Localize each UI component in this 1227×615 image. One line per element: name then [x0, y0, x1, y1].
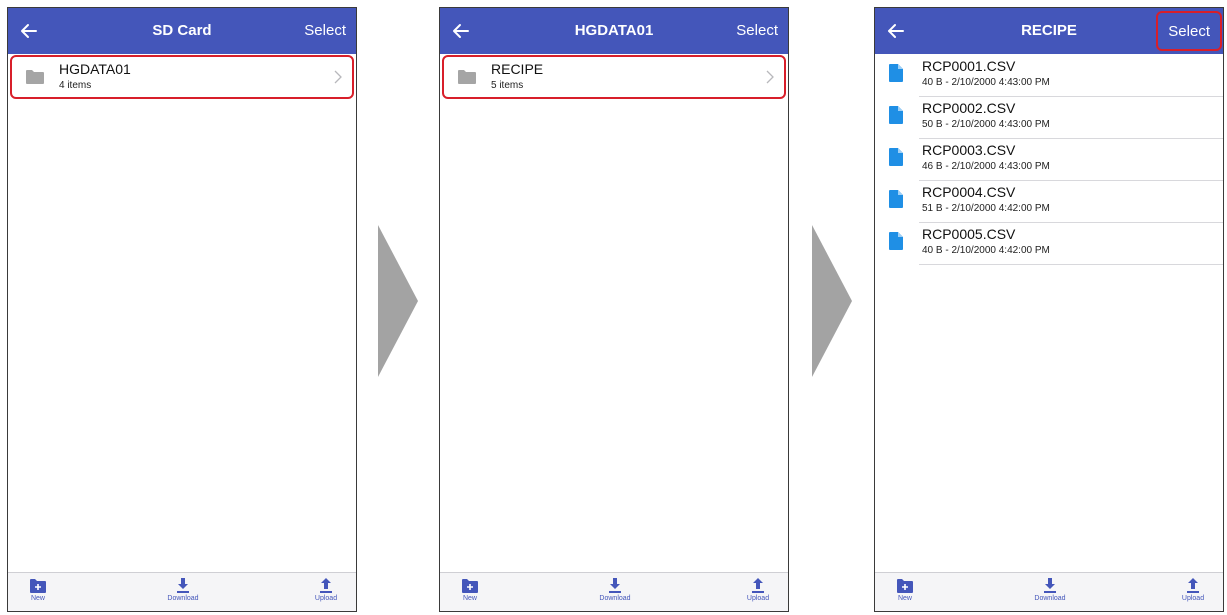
chevron-right-icon	[334, 70, 342, 84]
screen-hgdata01: HGDATA01 Select RECIPE 5 items New Downl…	[439, 7, 789, 612]
folder-row[interactable]: HGDATA01 4 items	[10, 55, 354, 99]
download-label: Download	[1034, 595, 1066, 602]
file-icon	[889, 190, 903, 208]
file-meta: 40 B - 2/10/2000 4:42:00 PM	[922, 245, 1050, 256]
select-button[interactable]: Select	[736, 8, 778, 54]
new-folder-icon	[897, 579, 913, 593]
chevron-right-icon	[766, 70, 774, 84]
upload-button[interactable]: Upload	[296, 576, 356, 610]
new-folder-icon	[462, 579, 478, 593]
upload-icon	[320, 578, 332, 593]
file-meta: 46 B - 2/10/2000 4:43:00 PM	[922, 161, 1050, 172]
file-icon	[889, 148, 903, 166]
folder-row[interactable]: RECIPE 5 items	[442, 55, 786, 99]
list-item[interactable]: RCP0003.CSV 46 B - 2/10/2000 4:43:00 PM	[875, 139, 1223, 181]
upload-button[interactable]: Upload	[728, 576, 788, 610]
folder-name: RECIPE	[491, 61, 544, 77]
upload-label: Upload	[314, 595, 338, 602]
folder-item-count: 4 items	[59, 80, 92, 91]
download-button[interactable]: Download	[1020, 576, 1080, 610]
folder-icon	[458, 70, 476, 84]
row-divider	[919, 264, 1223, 265]
upload-label: Upload	[1181, 595, 1205, 602]
arrow-left-icon[interactable]	[885, 20, 907, 42]
file-meta: 50 B - 2/10/2000 4:43:00 PM	[922, 119, 1050, 130]
list-item[interactable]: RCP0001.CSV 40 B - 2/10/2000 4:43:00 PM	[875, 55, 1223, 97]
page-title: RECIPE	[1021, 22, 1077, 39]
file-icon	[889, 106, 903, 124]
upload-icon	[1187, 578, 1199, 593]
page-title: HGDATA01	[574, 22, 654, 39]
bottom-toolbar: New Download Upload	[440, 572, 788, 611]
file-meta: 51 B - 2/10/2000 4:42:00 PM	[922, 203, 1050, 214]
file-name: RCP0004.CSV	[922, 184, 1016, 200]
new-button[interactable]: New	[8, 576, 68, 610]
step-arrow-icon	[378, 225, 418, 377]
file-icon	[889, 232, 903, 250]
list-item[interactable]: RCP0004.CSV 51 B - 2/10/2000 4:42:00 PM	[875, 181, 1223, 223]
select-button[interactable]: Select	[1156, 11, 1222, 51]
file-list: RCP0001.CSV 40 B - 2/10/2000 4:43:00 PM …	[875, 55, 1223, 265]
file-name: RCP0002.CSV	[922, 100, 1016, 116]
screen-recipe: RECIPE Select RCP0001.CSV 40 B - 2/10/20…	[874, 7, 1224, 612]
new-label: New	[897, 595, 912, 602]
new-button[interactable]: New	[875, 576, 935, 610]
select-button[interactable]: Select	[304, 8, 346, 54]
folder-icon	[26, 70, 44, 84]
step-arrow-icon	[812, 225, 852, 377]
folder-name: HGDATA01	[59, 61, 131, 77]
upload-button[interactable]: Upload	[1163, 576, 1223, 610]
download-icon	[609, 578, 621, 593]
screen-sd-card: SD Card Select HGDATA01 4 items New Down…	[7, 7, 357, 612]
download-button[interactable]: Download	[153, 576, 213, 610]
new-button[interactable]: New	[440, 576, 500, 610]
list-item[interactable]: RCP0005.CSV 40 B - 2/10/2000 4:42:00 PM	[875, 223, 1223, 265]
bottom-toolbar: New Download Upload	[8, 572, 356, 611]
arrow-left-icon[interactable]	[450, 20, 472, 42]
folder-item-count: 5 items	[491, 80, 524, 91]
download-button[interactable]: Download	[585, 576, 645, 610]
file-name: RCP0003.CSV	[922, 142, 1016, 158]
page-title: SD Card	[152, 22, 212, 39]
file-name: RCP0005.CSV	[922, 226, 1016, 242]
download-icon	[177, 578, 189, 593]
download-label: Download	[167, 595, 199, 602]
nav-bar: SD Card Select	[8, 8, 356, 54]
nav-bar: HGDATA01 Select	[440, 8, 788, 54]
arrow-left-icon[interactable]	[18, 20, 40, 42]
file-name: RCP0001.CSV	[922, 58, 1016, 74]
nav-bar: RECIPE Select	[875, 8, 1223, 54]
download-label: Download	[599, 595, 631, 602]
upload-label: Upload	[746, 595, 770, 602]
download-icon	[1044, 578, 1056, 593]
new-label: New	[462, 595, 477, 602]
list-item[interactable]: RCP0002.CSV 50 B - 2/10/2000 4:43:00 PM	[875, 97, 1223, 139]
upload-icon	[752, 578, 764, 593]
bottom-toolbar: New Download Upload	[875, 572, 1223, 611]
file-meta: 40 B - 2/10/2000 4:43:00 PM	[922, 77, 1050, 88]
new-folder-icon	[30, 579, 46, 593]
new-label: New	[30, 595, 45, 602]
file-icon	[889, 64, 903, 82]
